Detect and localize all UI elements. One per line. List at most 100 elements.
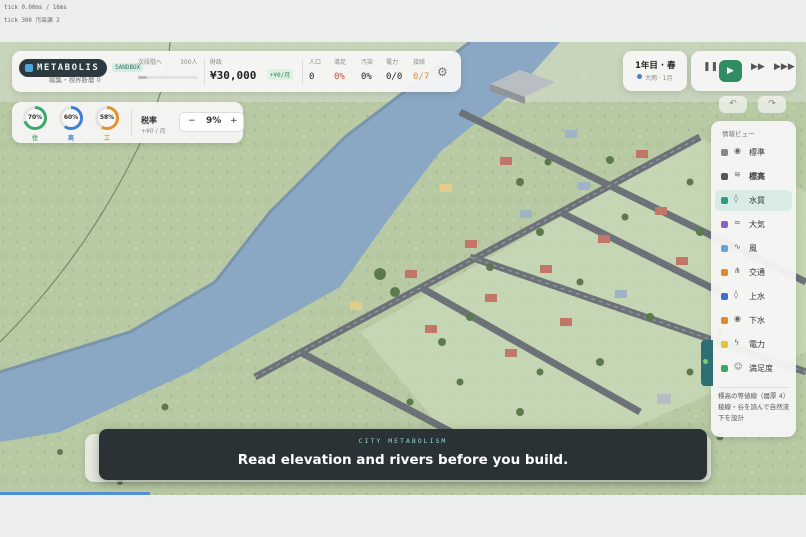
current-date: 1年目 · 春: [635, 61, 676, 71]
map-subtitle: 編集・視界断層 0: [49, 76, 101, 84]
next-goal-value-wrap: 300人: [180, 57, 197, 66]
commercial-demand-value: 60%: [62, 109, 80, 127]
tick-count: tick 300 汚染源 2: [4, 18, 60, 24]
info-view-item[interactable]: ◊ 水質: [715, 190, 792, 211]
divider: [302, 59, 303, 85]
info-view-label: 標準: [749, 148, 765, 157]
color-swatch: [721, 317, 728, 324]
divider: [717, 387, 790, 388]
info-view-label: 下水: [749, 316, 765, 325]
tax-stepper[interactable]: − 9% +: [179, 112, 244, 132]
color-swatch: [721, 341, 728, 348]
redo-icon[interactable]: ↷: [758, 96, 786, 113]
info-view-item[interactable]: ☺ 満足度: [715, 358, 792, 379]
elevation-icon: ≋: [734, 170, 741, 179]
power-value: 0/0: [386, 72, 403, 82]
tutorial-caption: CITY METABOLISM Read elevation and river…: [99, 429, 707, 480]
connection-value: 0/7: [413, 72, 430, 82]
info-view-label: 大気: [749, 220, 765, 229]
status-dot: [703, 359, 708, 364]
smile-icon: ☺: [734, 362, 743, 371]
tick-timing: tick 0.00ms / 16ms: [4, 5, 67, 11]
pause-icon[interactable]: ❚❚: [703, 62, 718, 72]
industrial-label: 工: [103, 135, 110, 142]
residential-label: 住: [31, 135, 38, 142]
info-view-label: 満足度: [749, 364, 773, 373]
connection-label: 接続: [413, 59, 426, 66]
tax-increase-button[interactable]: +: [230, 116, 238, 126]
side-panel-tab[interactable]: [701, 340, 713, 386]
info-view-item[interactable]: ≋ 標高: [715, 166, 792, 187]
gear-icon[interactable]: ⚙: [437, 65, 448, 79]
info-view-description: 標高の等値線（層厚 4） 稜線・谷を読んで自然流下を設計: [718, 392, 790, 422]
date-panel: 1年目 · 春 大雨 · 1月: [623, 51, 687, 91]
funds-delta: +¥0/月: [266, 69, 294, 80]
color-swatch: [721, 245, 728, 252]
pollution-stat: 汚染 0%: [361, 57, 373, 82]
industrial-demand-ring: 58%: [95, 106, 119, 130]
power-icon: ϟ: [734, 338, 740, 347]
population-stat: 人口 0: [309, 57, 321, 82]
weather-text: 大雨 · 1月: [645, 75, 673, 82]
tax-income: +¥0 / 月: [141, 128, 166, 135]
pollution-value: 0%: [361, 72, 372, 82]
loading-bar: [0, 492, 150, 495]
tax-value: 9%: [206, 116, 222, 126]
commercial-demand-ring: 60%: [59, 106, 83, 130]
info-view-item[interactable]: ◉ 下水: [715, 310, 792, 331]
info-view-label: 電力: [749, 340, 765, 349]
divider: [131, 110, 132, 136]
connection-stat: 接続 0/7: [413, 57, 429, 82]
funds-label: 財政: [210, 59, 223, 66]
industrial-demand-value: 58%: [98, 109, 116, 127]
caption-text: Read elevation and rivers before you bui…: [237, 452, 569, 468]
color-swatch: [721, 293, 728, 300]
info-view-label: 標高: [749, 172, 765, 181]
tax-decrease-button[interactable]: −: [188, 116, 196, 126]
eye-icon: ◉: [734, 146, 741, 155]
color-swatch: [721, 149, 728, 156]
population-value: 0: [309, 72, 315, 82]
info-view-title: 情報ビュー: [722, 130, 755, 138]
power-stat: 電力 0/0: [386, 57, 402, 82]
info-view-item[interactable]: ≈ 大気: [715, 214, 792, 235]
caption-kicker: CITY METABOLISM: [358, 437, 448, 445]
funds-value: ¥30,000: [210, 69, 257, 82]
color-swatch: [721, 173, 728, 180]
next-goal-progress-fill: [138, 76, 147, 79]
logo-text: METABOLIS: [37, 63, 100, 73]
satisfaction-label: 満足: [334, 59, 347, 66]
satisfaction-value: 0%: [334, 72, 345, 82]
info-view-item[interactable]: ◉ 標準: [715, 142, 792, 163]
commercial-label: 商: [67, 135, 74, 142]
funds-stat: 財政 ¥30,000 +¥0/月: [210, 57, 294, 82]
info-view-label: 交通: [749, 268, 765, 277]
info-view-item[interactable]: ◊ 上水: [715, 286, 792, 307]
power-label: 電力: [386, 59, 399, 66]
info-view-item[interactable]: ⋔ 交通: [715, 262, 792, 283]
bottom-letterbox: [0, 495, 806, 537]
next-goal-progress: [138, 76, 198, 79]
residential-demand-value: 70%: [26, 109, 44, 127]
undo-icon[interactable]: ↶: [719, 96, 747, 113]
pollution-label: 汚染: [361, 59, 374, 66]
breeze-icon: ∿: [734, 242, 741, 251]
info-view-item[interactable]: ∿ 風: [715, 238, 792, 259]
play-icon[interactable]: ▶: [719, 60, 742, 82]
divider: [204, 59, 205, 85]
top-letterbox: [0, 0, 806, 42]
info-view-label: 上水: [749, 292, 765, 301]
color-swatch: [721, 269, 728, 276]
fast-forward-icon[interactable]: ▶▶: [751, 62, 765, 72]
next-goal-value: 300人: [180, 59, 198, 66]
water-drop-icon: ◊: [734, 194, 738, 203]
fastest-forward-icon[interactable]: ▶▶▶: [774, 62, 795, 72]
population-label: 人口: [309, 59, 322, 66]
info-view-item[interactable]: ϟ 電力: [715, 334, 792, 355]
residential-demand-ring: 70%: [23, 106, 47, 130]
traffic-icon: ⋔: [734, 266, 741, 275]
color-swatch: [721, 221, 728, 228]
info-view-label: 水質: [749, 196, 765, 205]
sewer-icon: ◉: [734, 314, 741, 323]
speed-controls: ❚❚ ▶ ▶▶ ▶▶▶: [691, 51, 796, 91]
